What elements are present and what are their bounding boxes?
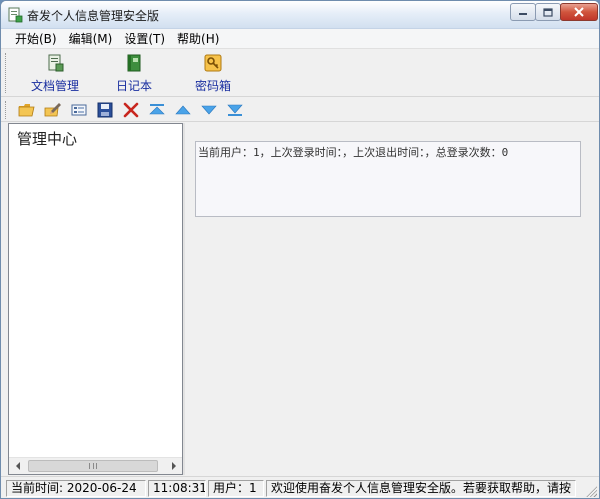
password-box-label: 密码箱 [194,79,231,93]
user-info-box: 当前用户：1，上次登录时间：，上次退出时间：，总登录次数：0 [195,141,581,217]
open-button[interactable] [17,101,37,119]
password-box-icon [204,54,222,72]
diary-button[interactable]: 日记本 [109,51,159,95]
status-user: 用户：1 [208,480,264,497]
secondary-toolbar [1,98,599,122]
move-bottom-icon [227,104,243,116]
horizontal-scrollbar[interactable] [9,457,182,474]
status-current-time: 11:08:31 [148,480,206,497]
maximize-icon [543,7,553,17]
move-bottom-button[interactable] [225,101,245,119]
menu-help[interactable]: 帮助(H) [171,29,225,49]
move-top-button[interactable] [147,101,167,119]
document-manager-button[interactable]: 文档管理 [23,51,87,95]
document-manager-icon [48,54,64,72]
resize-grip-icon[interactable] [585,485,597,497]
delete-button[interactable] [121,101,141,119]
minimize-icon [519,13,527,15]
move-up-button[interactable] [173,101,193,119]
diary-label: 日记本 [115,79,152,93]
scrollbar-thumb[interactable] [28,460,158,472]
scroll-right-button[interactable] [165,458,182,474]
save-icon [97,102,113,118]
edit-folder-icon [44,103,61,117]
status-message: 欢迎使用奋发个人信息管理安全版。若要获取帮助，请按 F1 [266,480,576,497]
window-title: 奋发个人信息管理安全版 [27,9,160,23]
status-bar: 当前时间: 2020-06-24 11:08:31 用户：1 欢迎使用奋发个人信… [1,476,599,498]
app-icon [8,7,23,23]
close-button[interactable] [560,3,598,21]
main-toolbar: 文档管理 日记本 密码箱 [1,49,599,97]
save-button[interactable] [95,101,115,119]
menu-settings[interactable]: 设置(T) [118,29,171,49]
move-down-button[interactable] [199,101,219,119]
diary-book-icon [127,54,141,72]
app-window: 奋发个人信息管理安全版 开始(B) 编辑(M) 设置(T) 帮助(H) 文档管理… [0,0,600,499]
move-down-icon [201,105,217,115]
password-box-button[interactable]: 密码箱 [187,51,239,95]
maximize-button[interactable] [535,3,561,21]
navigation-tree[interactable]: 管理中心 [8,123,183,475]
menu-bar: 开始(B) 编辑(M) 设置(T) 帮助(H) [1,29,599,49]
toolbar-grip[interactable] [5,53,8,93]
move-up-icon [175,105,191,115]
scroll-left-icon [15,462,20,470]
move-top-icon [149,104,165,115]
minimize-button[interactable] [510,3,536,21]
properties-icon [71,104,87,116]
toolbar-grip[interactable] [5,101,8,119]
scroll-left-button[interactable] [9,458,26,474]
delete-icon [123,102,139,118]
close-icon [574,7,584,17]
properties-button[interactable] [69,101,89,119]
scrollbar-grip-icon [89,463,97,469]
document-manager-label: 文档管理 [30,79,79,93]
title-bar[interactable]: 奋发个人信息管理安全版 [1,1,599,29]
scroll-right-icon [171,462,176,470]
content-panel: 当前用户：1，上次登录时间：，上次退出时间：，总登录次数：0 [185,123,599,475]
menu-edit[interactable]: 编辑(M) [63,29,119,49]
tree-root-item[interactable]: 管理中心 [17,128,77,149]
menu-start[interactable]: 开始(B) [9,29,63,49]
status-current-date: 当前时间: 2020-06-24 [6,480,146,497]
edit-folder-button[interactable] [43,101,63,119]
user-info-text: 当前用户：1，上次登录时间：，上次退出时间：，总登录次数：0 [198,146,509,159]
open-folder-icon [18,104,35,117]
